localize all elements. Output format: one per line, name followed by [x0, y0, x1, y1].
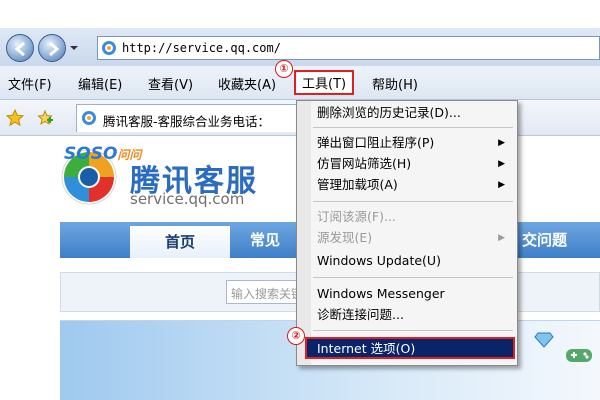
add-favorite-icon[interactable]	[36, 109, 54, 127]
menu-separator	[313, 277, 513, 278]
menu-item-label: 删除浏览的历史记录(D)...	[317, 105, 461, 120]
menu-diagnose-connection[interactable]: 诊断连接问题...	[317, 305, 404, 325]
menu-view[interactable]: 查看(V)	[148, 74, 193, 93]
submenu-arrow-icon: ▶	[498, 159, 505, 169]
history-dropdown-icon[interactable]	[68, 42, 80, 54]
menu-delete-history[interactable]: 删除浏览的历史记录(D)...	[317, 103, 461, 123]
submenu-arrow-icon: ▶	[498, 180, 505, 190]
back-arrow-icon	[14, 41, 25, 57]
menu-edit[interactable]: 编辑(E)	[78, 74, 122, 93]
menu-subscribe-feed: 订阅该源(F)...	[317, 207, 396, 227]
step-2-marker: ②	[287, 327, 305, 345]
back-button[interactable]	[6, 34, 34, 62]
address-url: http://service.qq.com/	[122, 41, 281, 55]
menu-item-label: 订阅该源(F)...	[317, 209, 396, 224]
soso-logo-suffix: 问问	[117, 148, 142, 162]
menu-item-label: 源发现(E)	[317, 230, 373, 245]
menu-separator	[313, 127, 513, 128]
forward-arrow-icon	[49, 41, 60, 57]
address-input[interactable]: http://service.qq.com/	[97, 36, 600, 60]
menu-item-label: 弹出窗口阻止程序(P)	[317, 135, 435, 150]
tools-dropdown-menu: 删除浏览的历史记录(D)... 弹出窗口阻止程序(P) ▶ 仿冒网站筛选(H) …	[296, 100, 518, 366]
nav-home-tab[interactable]: 首页	[130, 226, 230, 258]
menu-item-label: 诊断连接问题...	[317, 307, 404, 322]
menu-windows-messenger[interactable]: Windows Messenger	[317, 284, 445, 304]
menu-bar: 文件(F) 编辑(E) 查看(V) 收藏夹(A) 工具(T) 帮助(H)	[0, 66, 600, 100]
menu-favorites[interactable]: 收藏夹(A)	[218, 74, 276, 93]
menu-gutter	[297, 101, 311, 365]
submenu-arrow-icon: ▶	[498, 138, 505, 148]
step-1-marker: ①	[275, 60, 293, 78]
soso-logo-text: SOSO	[64, 144, 118, 164]
menu-item-label: Windows Messenger	[317, 286, 445, 301]
menu-item-label: Windows Update(U)	[317, 253, 441, 268]
favorites-star-icon[interactable]	[6, 109, 24, 127]
menu-separator	[313, 330, 513, 331]
diamond-icon	[534, 332, 554, 348]
menu-manage-addons[interactable]: 管理加载项(A) ▶	[317, 175, 513, 195]
forward-button[interactable]	[38, 34, 66, 62]
soso-logo: SOSO问问	[64, 144, 141, 164]
menu-item-label: 管理加载项(A)	[317, 177, 398, 192]
menu-help[interactable]: 帮助(H)	[372, 74, 418, 93]
menu-tools[interactable]: 工具(T)	[294, 70, 355, 95]
nav-faq-tab[interactable]: 交问题	[522, 229, 567, 250]
menu-feed-discovery: 源发现(E) ▶	[317, 228, 513, 248]
tab-title: 腾讯客服-客服综合业务电话：	[103, 114, 271, 129]
menu-phishing-filter[interactable]: 仿冒网站筛选(H) ▶	[317, 154, 513, 174]
nav-common-tab[interactable]: 常见	[250, 229, 280, 250]
menu-item-label: 仿冒网站筛选(H)	[317, 156, 412, 171]
menu-popup-blocker[interactable]: 弹出窗口阻止程序(P) ▶	[317, 133, 513, 153]
qq-favicon-icon	[82, 111, 96, 125]
menu-item-label: Internet 选项(O)	[317, 341, 416, 356]
menu-windows-update[interactable]: Windows Update(U)	[317, 251, 441, 271]
qq-favicon-icon	[102, 41, 116, 55]
menu-separator	[313, 201, 513, 202]
address-toolbar: http://service.qq.com/	[0, 28, 600, 66]
browser-tab[interactable]: 腾讯客服-客服综合业务电话：	[76, 104, 308, 132]
browser-window: http://service.qq.com/ 文件(F) 编辑(E) 查看(V)…	[0, 0, 600, 400]
menu-internet-options[interactable]: Internet 选项(O)	[305, 337, 515, 359]
menu-file[interactable]: 文件(F)	[8, 74, 52, 93]
brand-url: service.qq.com	[130, 190, 245, 208]
gamepad-icon	[566, 349, 592, 362]
submenu-arrow-icon: ▶	[498, 233, 505, 243]
